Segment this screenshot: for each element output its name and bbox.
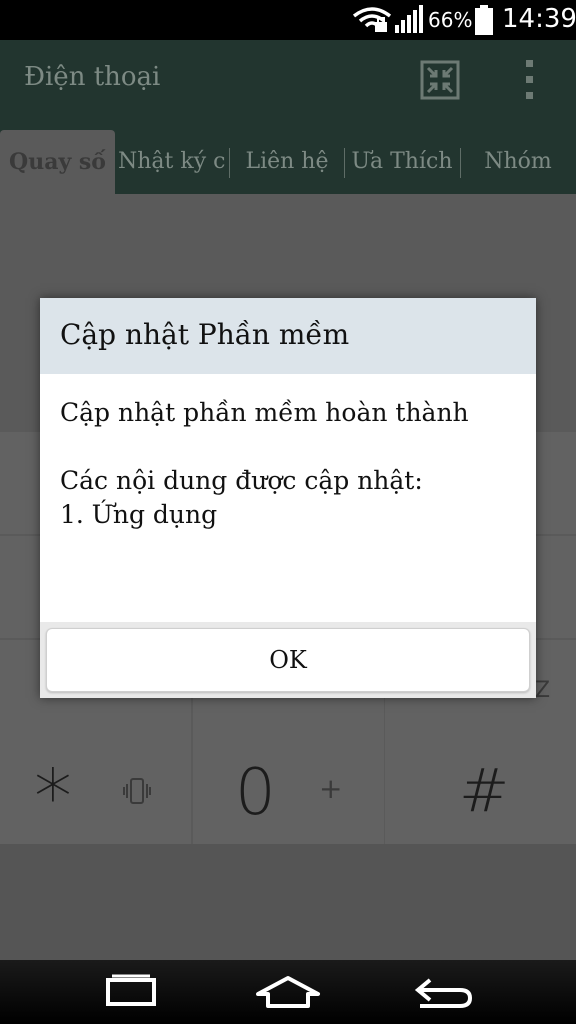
tab-groups[interactable]: Nhóm [462,130,574,194]
nav-bar [0,960,576,1024]
tab-favorites[interactable]: Ưa Thích [346,130,458,194]
clock: 14:39 [502,4,576,34]
dialog-header: Cập nhật Phần mềm [40,298,536,374]
key-star[interactable]: * [0,742,191,844]
key-0[interactable]: 0 + [193,742,384,844]
message-line: Cập nhật phần mềm hoàn thành [60,398,469,427]
battery-icon [475,5,493,35]
tab-divider [229,148,230,178]
key-digit: # [459,756,510,826]
tab-contacts[interactable]: Liên hệ [232,130,342,194]
dialog-footer: OK [40,622,536,698]
tab-divider [344,148,345,178]
key-digit: * [34,752,72,841]
back-icon[interactable] [404,968,484,1016]
home-icon[interactable] [248,968,328,1016]
key-letters: Z [535,678,551,703]
message-spacer [60,430,520,464]
tab-call-log[interactable]: Nhật ký cu [118,130,226,194]
battery-percent: 66% [428,8,473,32]
app-title: Điện thoại [24,62,161,92]
ok-button[interactable]: OK [46,628,530,692]
compress-icon[interactable] [420,60,460,100]
action-bar: Điện thoại [0,40,576,120]
software-update-dialog: Cập nhật Phần mềm Cập nhật phần mềm hoàn… [40,298,536,698]
overflow-menu-icon[interactable] [520,58,540,102]
key-plus: + [319,772,343,805]
key-hash[interactable]: # [385,742,576,844]
signal-icon [395,5,423,33]
dialer-bottom-area [0,844,576,960]
status-bar: 66% 14:39 [0,0,576,40]
dialog-title: Cập nhật Phần mềm [60,318,350,351]
wifi-icon [352,7,392,32]
dialog-message: Cập nhật phần mềm hoàn thành Các nội dun… [60,396,520,532]
key-digit: 0 [235,756,276,830]
tab-bar: Quay số Nhật ký cu Liên hệ Ưa Thích Nhóm [0,120,576,194]
tab-dialer[interactable]: Quay số [0,130,115,194]
message-line: 1. Ứng dụng [60,500,218,529]
recent-apps-icon[interactable] [92,968,172,1016]
message-line: Các nội dung được cập nhật: [60,466,423,495]
vibrate-icon [123,778,151,804]
tab-divider [460,148,461,178]
